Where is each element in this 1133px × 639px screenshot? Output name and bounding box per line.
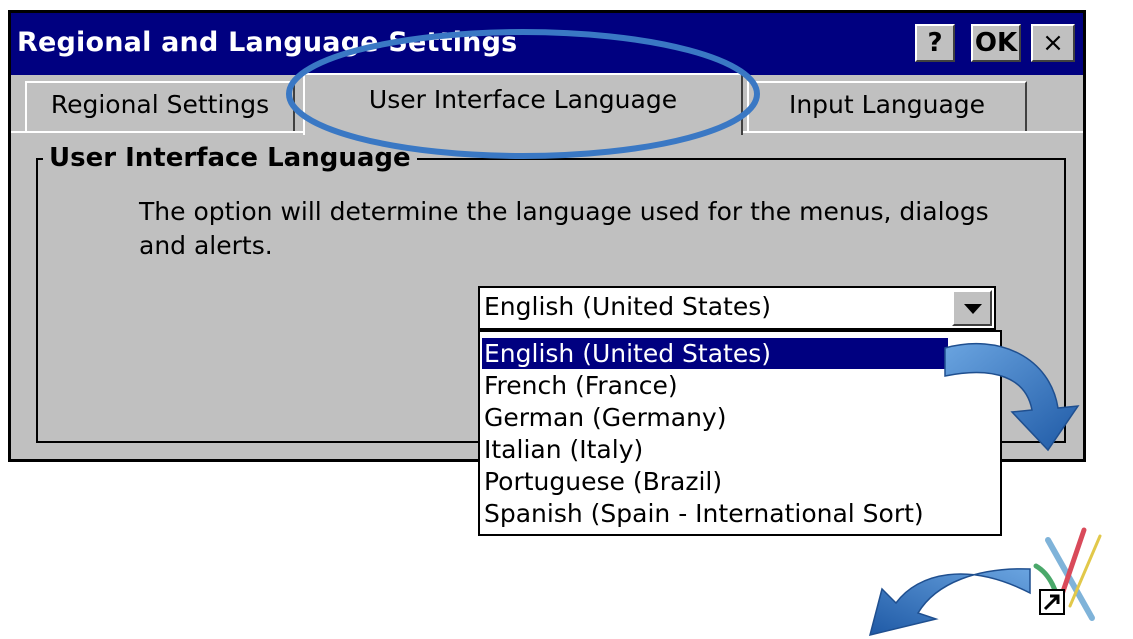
list-item[interactable]: French (France) xyxy=(484,370,682,401)
shortcut-app-icon[interactable] xyxy=(1030,522,1104,632)
language-select[interactable]: English (United States) xyxy=(478,286,996,330)
ellipse-highlight xyxy=(286,29,760,159)
help-button[interactable]: ? xyxy=(915,24,955,62)
language-dropdown-list: English (United States) French (France) … xyxy=(478,330,1002,536)
curved-arrow-icon xyxy=(868,568,1031,637)
language-select-value: English (United States) xyxy=(484,292,772,321)
ok-button[interactable]: OK xyxy=(971,24,1021,62)
description-text: The option will determine the language u… xyxy=(139,197,989,260)
list-item[interactable]: Italian (Italy) xyxy=(484,434,647,465)
curved-arrow-icon xyxy=(944,343,1080,452)
list-item[interactable]: Spanish (Spain - International Sort) xyxy=(484,498,928,529)
tab-regional-settings[interactable]: Regional Settings xyxy=(25,81,295,131)
list-item[interactable]: English (United States) xyxy=(482,338,948,369)
list-item[interactable]: German (Germany) xyxy=(484,402,730,433)
close-button[interactable]: × xyxy=(1031,24,1075,62)
tab-input-language[interactable]: Input Language xyxy=(747,81,1027,131)
chevron-down-icon[interactable] xyxy=(952,290,992,326)
list-item[interactable]: Portuguese (Brazil) xyxy=(484,466,726,497)
